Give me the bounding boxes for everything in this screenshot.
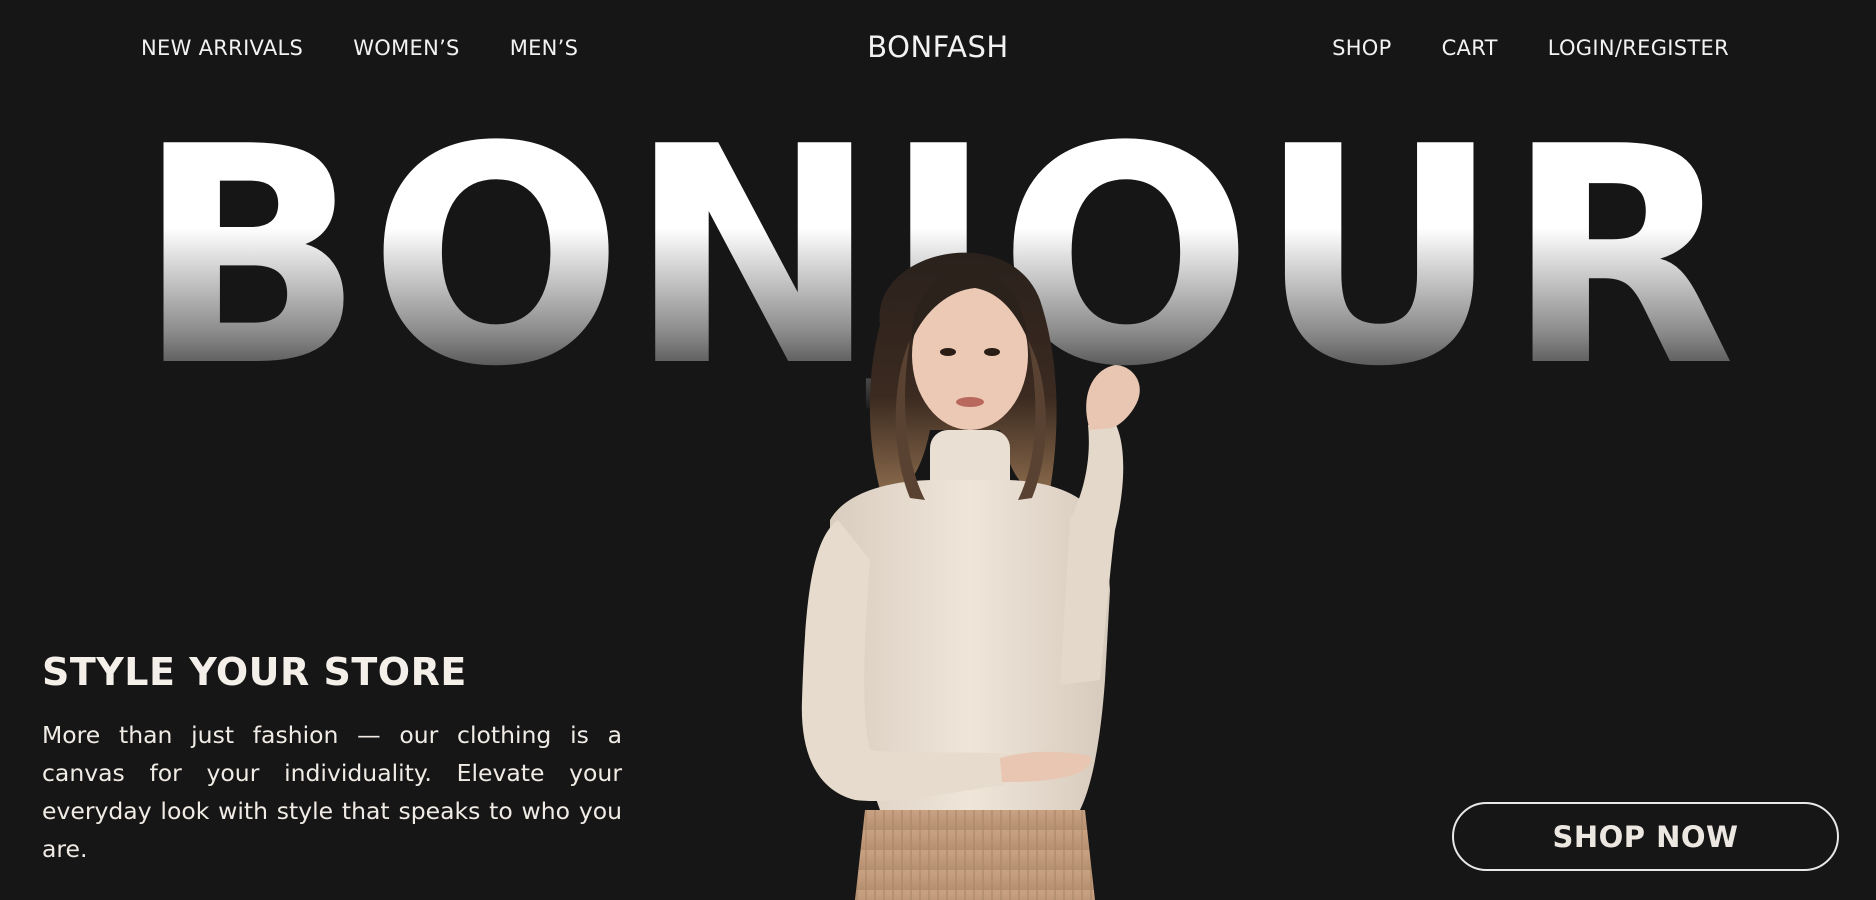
promo-block: STYLE YOUR STORE More than just fashion …: [42, 650, 622, 868]
nav-link-shop[interactable]: SHOP: [1332, 36, 1392, 60]
nav-left-group: NEW ARRIVALS WOMEN’S MEN’S: [141, 36, 578, 60]
nav-right-group: SHOP CART LOGIN/REGISTER: [1332, 36, 1729, 60]
nav-link-cart[interactable]: CART: [1442, 36, 1498, 60]
nav-link-login-register[interactable]: LOGIN/REGISTER: [1548, 36, 1729, 60]
nav-link-new-arrivals[interactable]: NEW ARRIVALS: [141, 36, 303, 60]
promo-title: STYLE YOUR STORE: [42, 650, 467, 694]
nav-link-mens[interactable]: MEN’S: [510, 36, 579, 60]
promo-description: More than just fashion — our clothing is…: [42, 721, 622, 863]
nav-link-womens[interactable]: WOMEN’S: [353, 36, 460, 60]
hero-model-image: [801, 252, 1140, 900]
top-navigation: NEW ARRIVALS WOMEN’S MEN’S BONFASH SHOP …: [0, 0, 1876, 100]
landing-page: NEW ARRIVALS WOMEN’S MEN’S BONFASH SHOP …: [0, 0, 1876, 900]
brand-logo[interactable]: BONFASH: [867, 30, 1008, 64]
shop-now-button[interactable]: SHOP NOW: [1452, 802, 1839, 871]
